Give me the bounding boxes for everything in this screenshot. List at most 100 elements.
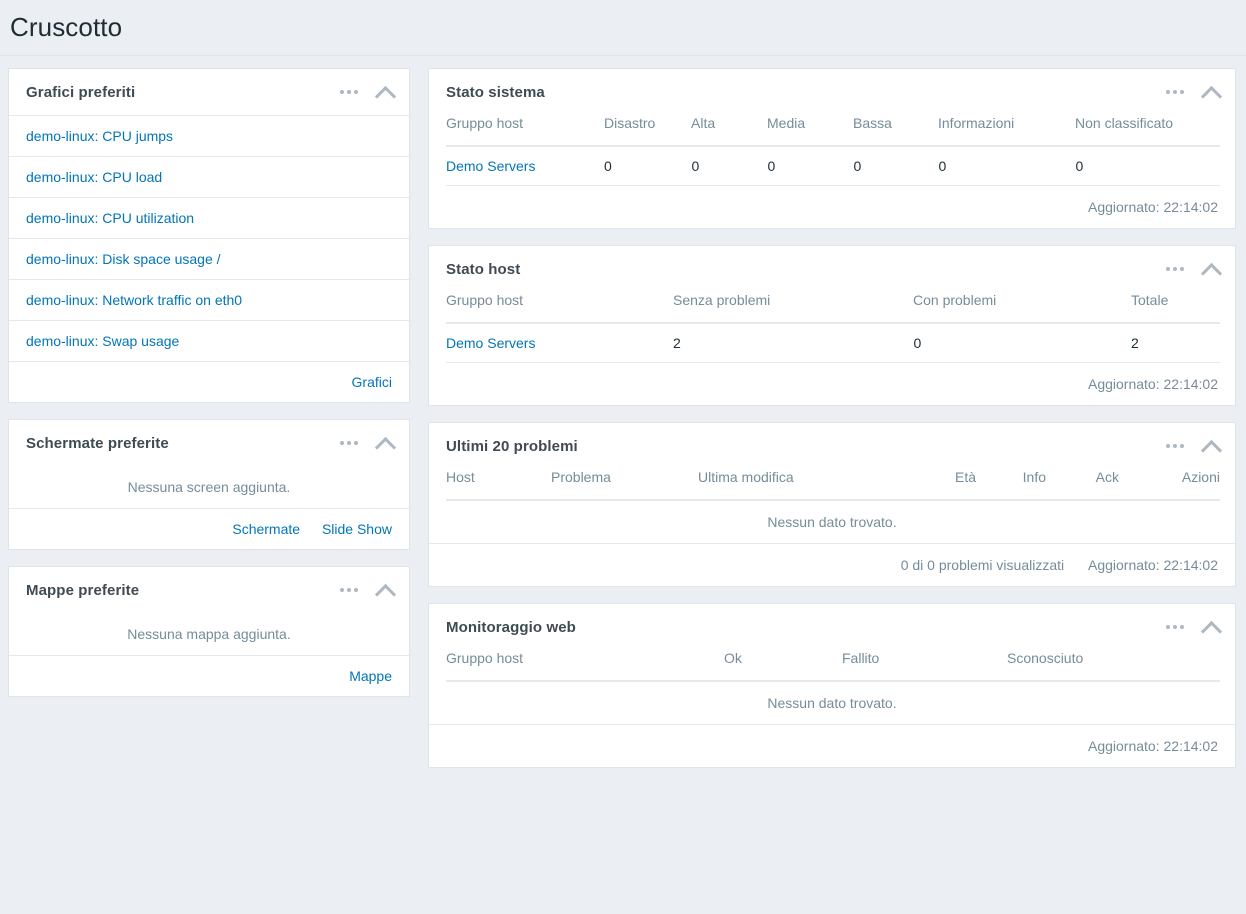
widget-footer: Aggiornato: 22:14:02 [429, 186, 1235, 228]
widget-footer: Schermate Slide Show [9, 508, 409, 549]
widget-footer: Mappe [9, 655, 409, 696]
widget-header-actions [1165, 261, 1223, 277]
widget-title: Grafici preferiti [26, 83, 136, 101]
widget-header-actions [1165, 84, 1223, 100]
cell-without-problems-count[interactable]: 2 [673, 323, 914, 363]
col-age: Età [878, 469, 982, 501]
cell-high-count[interactable]: 0 [691, 146, 768, 186]
updated-timestamp: Aggiornato: 22:14:02 [1088, 376, 1218, 392]
widget-header: Monitoraggio web [429, 604, 1235, 650]
cell-host-group: Demo Servers [446, 146, 604, 186]
col-warning: Bassa [853, 115, 938, 147]
list-item: demo-linux: Swap usage [9, 320, 409, 361]
list-item: demo-linux: Disk space usage / [9, 238, 409, 279]
favourite-graph-link[interactable]: demo-linux: Disk space usage / [26, 251, 221, 267]
widget-host-status: Stato host Gruppo host Senza problemi Co… [428, 245, 1236, 406]
widget-favourite-maps: Mappe preferite Nessuna mappa aggiunta. … [8, 566, 410, 697]
table-wrapper: Gruppo host Senza problemi Con problemi … [429, 292, 1235, 363]
table-wrapper: Gruppo host Disastro Alta Media Bassa In… [429, 115, 1235, 186]
screens-link[interactable]: Schermate [232, 521, 300, 537]
widget-header-actions [1165, 619, 1223, 635]
page-title: Cruscotto [10, 12, 123, 42]
cell-disaster-count[interactable]: 0 [604, 146, 692, 186]
chevron-up-icon[interactable] [1201, 84, 1223, 100]
list-item: demo-linux: CPU jumps [9, 115, 409, 156]
widget-title: Mappe preferite [26, 581, 140, 599]
kebab-menu-icon[interactable] [1165, 621, 1185, 633]
col-failed: Fallito [842, 650, 1007, 682]
favourite-graph-link[interactable]: demo-linux: CPU load [26, 169, 162, 185]
cell-host-group: Demo Servers [446, 323, 673, 363]
page-header: Cruscotto [0, 0, 1246, 56]
table-row: Demo Servers 0 0 0 0 0 0 [446, 146, 1220, 186]
chevron-up-icon[interactable] [1201, 438, 1223, 454]
graphs-link[interactable]: Grafici [352, 374, 392, 390]
favourite-graph-link[interactable]: demo-linux: CPU utilization [26, 210, 194, 226]
widget-footer: Grafici [9, 361, 409, 402]
widget-web-monitoring: Monitoraggio web Gruppo host Ok Fallito … [428, 603, 1236, 768]
widget-favourite-screens: Schermate preferite Nessuna screen aggiu… [8, 419, 410, 550]
cell-not-classified-count[interactable]: 0 [1075, 146, 1220, 186]
widget-title: Ultimi 20 problemi [446, 437, 578, 455]
kebab-menu-icon[interactable] [1165, 440, 1185, 452]
kebab-menu-icon[interactable] [339, 437, 359, 449]
list-item: demo-linux: CPU load [9, 156, 409, 197]
chevron-up-icon[interactable] [375, 84, 397, 100]
col-host-group: Gruppo host [446, 650, 724, 682]
widget-header-actions [339, 435, 397, 451]
updated-timestamp: Aggiornato: 22:14:02 [1088, 199, 1218, 215]
chevron-up-icon[interactable] [1201, 261, 1223, 277]
widget-header-actions [339, 582, 397, 598]
chevron-up-icon[interactable] [375, 582, 397, 598]
favourite-graph-link[interactable]: demo-linux: Swap usage [26, 333, 179, 349]
kebab-menu-icon[interactable] [1165, 86, 1185, 98]
kebab-menu-icon[interactable] [339, 584, 359, 596]
cell-information-count[interactable]: 0 [938, 146, 1076, 186]
host-group-link[interactable]: Demo Servers [446, 158, 535, 174]
widget-header: Stato host [429, 246, 1235, 292]
host-group-link[interactable]: Demo Servers [446, 335, 535, 351]
kebab-menu-icon[interactable] [339, 86, 359, 98]
list-item: demo-linux: Network traffic on eth0 [9, 279, 409, 320]
widget-header: Mappe preferite [9, 567, 409, 613]
empty-state-message: Nessun dato trovato. [429, 682, 1235, 725]
col-total: Totale [1131, 292, 1220, 324]
slideshow-link[interactable]: Slide Show [322, 521, 392, 537]
widget-footer: Aggiornato: 22:14:02 [429, 363, 1235, 405]
favourite-graph-link[interactable]: demo-linux: Network traffic on eth0 [26, 292, 242, 308]
cell-warning-count[interactable]: 0 [853, 146, 939, 186]
empty-state-message: Nessuna screen aggiunta. [127, 479, 291, 495]
widget-favourite-graphs: Grafici preferiti demo-linux: CPU jumps … [8, 68, 410, 403]
updated-timestamp: Aggiornato: 22:14:02 [1088, 557, 1218, 573]
widget-title: Stato sistema [446, 83, 545, 101]
col-host-group: Gruppo host [446, 292, 673, 324]
chevron-up-icon[interactable] [375, 435, 397, 451]
col-high: Alta [691, 115, 767, 147]
widget-footer: Aggiornato: 22:14:02 [429, 725, 1235, 767]
widget-title: Stato host [446, 260, 521, 278]
table-header-row: Gruppo host Senza problemi Con problemi … [446, 292, 1220, 324]
widget-header: Stato sistema [429, 69, 1235, 115]
widget-system-status: Stato sistema Gruppo host Disastro Alta … [428, 68, 1236, 229]
col-host-group: Gruppo host [446, 115, 604, 147]
table-wrapper: Gruppo host Ok Fallito Sconosciuto [429, 650, 1235, 682]
cell-with-problems-count[interactable]: 0 [913, 323, 1131, 363]
col-info: Info [982, 469, 1050, 501]
widget-last-problems: Ultimi 20 problemi Host Problema Ultima … [428, 422, 1236, 587]
kebab-menu-icon[interactable] [1165, 263, 1185, 275]
list-item: demo-linux: CPU utilization [9, 197, 409, 238]
chevron-up-icon[interactable] [1201, 619, 1223, 635]
col-not-classified: Non classificato [1075, 115, 1220, 147]
problems-count-label: 0 di 0 problemi visualizzati [900, 557, 1065, 573]
col-actions: Azioni [1125, 469, 1220, 501]
widget-header: Grafici preferiti [9, 69, 409, 115]
widget-header: Schermate preferite [9, 420, 409, 466]
favourite-graph-link[interactable]: demo-linux: CPU jumps [26, 128, 173, 144]
table-header-row: Gruppo host Ok Fallito Sconosciuto [446, 650, 1220, 682]
cell-total-count: 2 [1131, 323, 1220, 363]
table-row: Demo Servers 2 0 2 [446, 323, 1220, 363]
maps-link[interactable]: Mappe [349, 668, 392, 684]
cell-average-count[interactable]: 0 [767, 146, 854, 186]
widget-title: Monitoraggio web [446, 618, 576, 636]
table-header-row: Gruppo host Disastro Alta Media Bassa In… [446, 115, 1220, 147]
